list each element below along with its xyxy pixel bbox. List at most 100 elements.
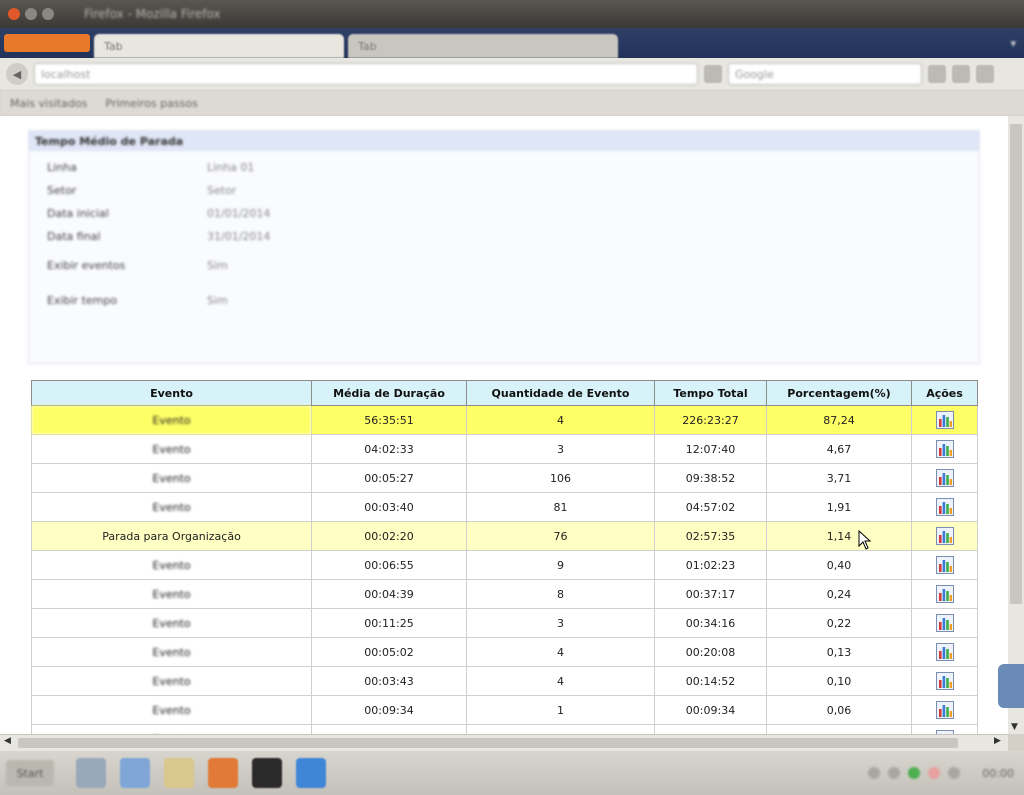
bookmark-icon[interactable] xyxy=(928,65,946,83)
cell-tempo-total: 02:57:35 xyxy=(654,521,767,551)
chart-icon[interactable] xyxy=(935,469,954,487)
bookmark-item[interactable]: Primeiros passos xyxy=(105,97,197,110)
tab-label: Tab xyxy=(358,39,377,53)
table-row: Evento 00:04:39 8 00:37:17 0,24 xyxy=(31,579,978,609)
tray-icon[interactable] xyxy=(928,767,941,779)
column-header-media-duracao[interactable]: Média de Duração xyxy=(311,380,467,406)
cell-tempo-total: 00:37:17 xyxy=(654,579,767,609)
firefox-icon[interactable] xyxy=(208,758,238,788)
back-button[interactable]: ◀ xyxy=(6,63,28,85)
info-value: 01/01/2014 xyxy=(207,207,271,220)
chart-icon[interactable] xyxy=(935,701,954,719)
cell-media-duracao: 00:03:43 xyxy=(311,666,467,696)
cell-porcentagem: 0,24 xyxy=(766,579,912,609)
cell-media-duracao: 00:11:25 xyxy=(311,608,467,638)
cell-media-duracao: 00:06:55 xyxy=(311,550,467,580)
table-row: Evento 00:11:25 3 00:34:16 0,22 xyxy=(31,608,978,638)
start-button[interactable]: Start xyxy=(6,760,54,786)
cell-evento: Evento xyxy=(31,492,312,522)
table-row: Evento 00:05:02 4 00:20:08 0,13 xyxy=(31,637,978,667)
chart-icon[interactable] xyxy=(935,440,954,458)
search-input[interactable]: Google xyxy=(728,63,922,85)
cell-evento: Evento xyxy=(31,405,312,435)
url-field[interactable]: localhost xyxy=(34,63,698,85)
scrollbar-thumb[interactable] xyxy=(18,738,958,748)
horizontal-scrollbar[interactable]: ◀ ▶ xyxy=(0,734,1008,751)
events-table: Evento Média de Duração Quantidade de Ev… xyxy=(31,380,978,734)
clock[interactable]: 00:00 xyxy=(982,767,1014,780)
scroll-right-icon[interactable]: ▶ xyxy=(994,736,1001,746)
cell-quantidade: 4 xyxy=(466,666,655,696)
terminal-icon[interactable] xyxy=(252,758,282,788)
info-label: Exibir eventos xyxy=(47,259,126,272)
cell-evento: Evento xyxy=(31,434,312,464)
chart-icon[interactable] xyxy=(935,498,954,516)
report-title: Tempo Médio de Parada xyxy=(29,131,979,151)
window-controls xyxy=(8,8,54,20)
cell-tempo-total: 00:34:16 xyxy=(654,608,767,638)
column-header-tempo-total[interactable]: Tempo Total xyxy=(654,380,767,406)
reload-icon[interactable] xyxy=(704,65,722,83)
cell-acoes xyxy=(911,666,978,696)
menu-icon[interactable] xyxy=(976,65,994,83)
info-value: Sim xyxy=(207,259,228,272)
cell-evento: Evento xyxy=(31,550,312,580)
chart-icon[interactable] xyxy=(935,556,954,574)
tab-label: Tab xyxy=(104,39,123,53)
chart-icon[interactable] xyxy=(935,527,954,545)
cell-media-duracao: 00:04:39 xyxy=(311,579,467,609)
scroll-left-icon[interactable]: ◀ xyxy=(4,736,11,746)
tab-list-icon[interactable]: ▾ xyxy=(1010,37,1016,50)
cell-quantidade: 3 xyxy=(466,608,655,638)
cell-porcentagem: 0,40 xyxy=(766,550,912,580)
close-window-button[interactable] xyxy=(8,8,20,20)
chart-icon[interactable] xyxy=(935,614,954,632)
cell-quantidade: 4 xyxy=(466,637,655,667)
scroll-down-icon[interactable]: ▼ xyxy=(1011,722,1018,732)
bookmark-item[interactable]: Mais visitados xyxy=(10,97,87,110)
column-header-acoes: Ações xyxy=(911,380,978,406)
info-value: Sim xyxy=(207,294,228,307)
window-title: Firefox - Mozilla Firefox xyxy=(84,7,221,21)
mail-icon[interactable] xyxy=(120,758,150,788)
tray-icon[interactable] xyxy=(888,767,901,779)
window-titlebar: Firefox - Mozilla Firefox xyxy=(0,0,1024,28)
vertical-scrollbar[interactable]: ▼ xyxy=(1008,116,1024,734)
network-icon[interactable] xyxy=(908,767,921,779)
tab-2[interactable]: Tab xyxy=(348,34,618,58)
volume-icon[interactable] xyxy=(948,767,961,779)
column-header-evento[interactable]: Evento xyxy=(31,380,312,406)
cell-tempo-total: 00:09:34 xyxy=(654,695,767,725)
home-icon[interactable] xyxy=(952,65,970,83)
chart-icon[interactable] xyxy=(935,643,954,661)
cell-porcentagem: 1,14 xyxy=(766,521,912,551)
app-icon[interactable] xyxy=(296,758,326,788)
info-label: Setor xyxy=(47,184,77,197)
app-menu-button[interactable] xyxy=(4,34,90,52)
cell-porcentagem: 4,67 xyxy=(766,434,912,464)
info-label: Exibir tempo xyxy=(47,294,118,307)
chart-icon[interactable] xyxy=(935,585,954,603)
cell-porcentagem: 0,06 xyxy=(766,695,912,725)
cell-media-duracao: 04:02:33 xyxy=(311,434,467,464)
cell-evento: Evento xyxy=(31,463,312,493)
chart-icon[interactable] xyxy=(935,411,954,429)
column-header-porcentagem[interactable]: Porcentagem(%) xyxy=(766,380,912,406)
column-header-quantidade[interactable]: Quantidade de Evento xyxy=(466,380,655,406)
folder-icon[interactable] xyxy=(164,758,194,788)
info-row: Setor Setor xyxy=(47,184,979,197)
table-row: Evento 00:03:40 81 04:57:02 1,91 xyxy=(31,492,978,522)
app-launcher-icon[interactable] xyxy=(76,758,106,788)
cell-porcentagem: 0,10 xyxy=(766,666,912,696)
side-widget-icon[interactable] xyxy=(998,664,1024,708)
tray-icon[interactable] xyxy=(868,767,881,779)
table-row: Evento 04:02:33 3 12:07:40 4,67 xyxy=(31,434,978,464)
scrollbar-thumb[interactable] xyxy=(1010,124,1022,604)
table-row: Evento 00:09:34 1 00:09:34 0,06 xyxy=(31,695,978,725)
page-content: Tempo Médio de Parada Linha Linha 01 Seto… xyxy=(0,116,1008,734)
chart-icon[interactable] xyxy=(935,672,954,690)
minimize-window-button[interactable] xyxy=(25,8,37,20)
tab-1[interactable]: Tab xyxy=(94,34,344,58)
cell-tempo-total: 00:20:08 xyxy=(654,637,767,667)
maximize-window-button[interactable] xyxy=(42,8,54,20)
